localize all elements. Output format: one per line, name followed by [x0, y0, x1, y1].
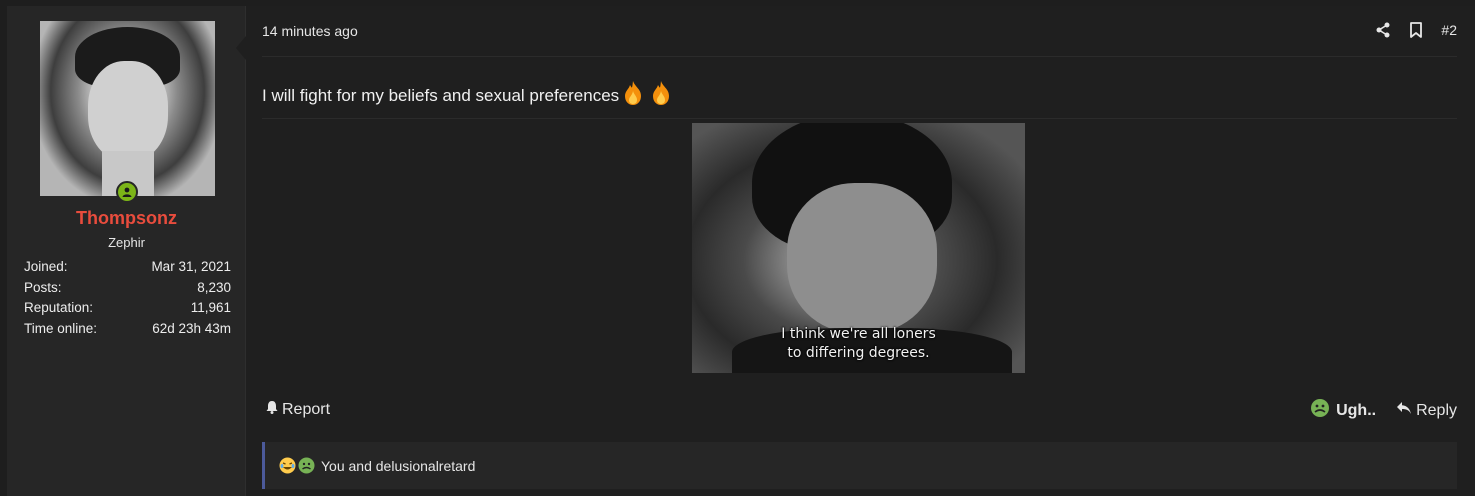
stat-label: Reputation:: [24, 300, 94, 316]
bell-icon: [265, 400, 279, 419]
stat-label: Joined:: [24, 259, 68, 274]
reaction-button[interactable]: Ugh..: [1310, 398, 1376, 423]
sick-face-icon: [1310, 398, 1330, 423]
share-icon[interactable]: [1375, 22, 1391, 38]
post-message: I will fight for my beliefs and sexual p…: [262, 79, 675, 112]
user-stats: Joined: Mar 31, 2021 Posts: 8,230 Reputa…: [24, 259, 231, 342]
gif-subtitle: to differing degrees.: [787, 345, 930, 361]
divider: [262, 56, 1457, 57]
post-content: 14 minutes ago #2 I will fight for my be…: [262, 6, 1457, 496]
stat-reputation: Reputation: 11,961: [24, 300, 231, 321]
stat-label: Posts:: [24, 279, 62, 295]
stat-value: 11,961: [190, 300, 231, 316]
message-text: I will fight for my beliefs and sexual p…: [262, 85, 620, 105]
fire-emoji-icon: [619, 79, 647, 112]
embedded-gif[interactable]: I think we're all loners to differing de…: [692, 123, 1025, 373]
avatar[interactable]: [40, 21, 215, 196]
user-title: Zephir: [108, 235, 145, 250]
stat-label: Time online:: [24, 321, 98, 337]
sick-face-icon: [298, 457, 315, 474]
online-status-icon: [116, 181, 138, 203]
post-number[interactable]: #2: [1441, 22, 1457, 38]
reply-button[interactable]: Reply: [1396, 401, 1457, 420]
reactions-bar[interactable]: You and delusionalretard: [262, 442, 1457, 489]
bookmark-icon[interactable]: [1409, 22, 1423, 38]
stat-time-online: Time online: 62d 23h 43m: [24, 321, 231, 342]
divider: [262, 118, 1457, 119]
fire-emoji-icon: [647, 79, 675, 112]
stat-joined: Joined: Mar 31, 2021: [24, 259, 231, 280]
reply-label: Reply: [1416, 401, 1457, 419]
laughing-face-icon: [279, 457, 296, 474]
user-info-panel: Thompsonz Zephir Joined: Mar 31, 2021 Po…: [7, 6, 246, 496]
gif-subtitle: I think we're all loners: [781, 326, 936, 342]
reply-icon: [1396, 401, 1412, 420]
post-footer-actions: Ugh.. Reply: [1310, 398, 1457, 423]
post-timestamp[interactable]: 14 minutes ago: [262, 23, 358, 39]
stat-posts: Posts: 8,230: [24, 280, 231, 301]
report-button[interactable]: Report: [265, 400, 330, 419]
post-arrow: [236, 36, 246, 60]
stat-value: Mar 31, 2021: [151, 259, 231, 274]
post: Thompsonz Zephir Joined: Mar 31, 2021 Po…: [7, 6, 1475, 496]
reaction-label: Ugh..: [1336, 401, 1377, 419]
report-label: Report: [282, 400, 331, 418]
stat-value: 62d 23h 43m: [152, 321, 231, 337]
username[interactable]: Thompsonz: [7, 208, 246, 229]
reactions-text[interactable]: You and delusionalretard: [321, 458, 475, 474]
post-header-actions: #2: [1375, 22, 1457, 38]
stat-value: 8,230: [197, 279, 231, 295]
